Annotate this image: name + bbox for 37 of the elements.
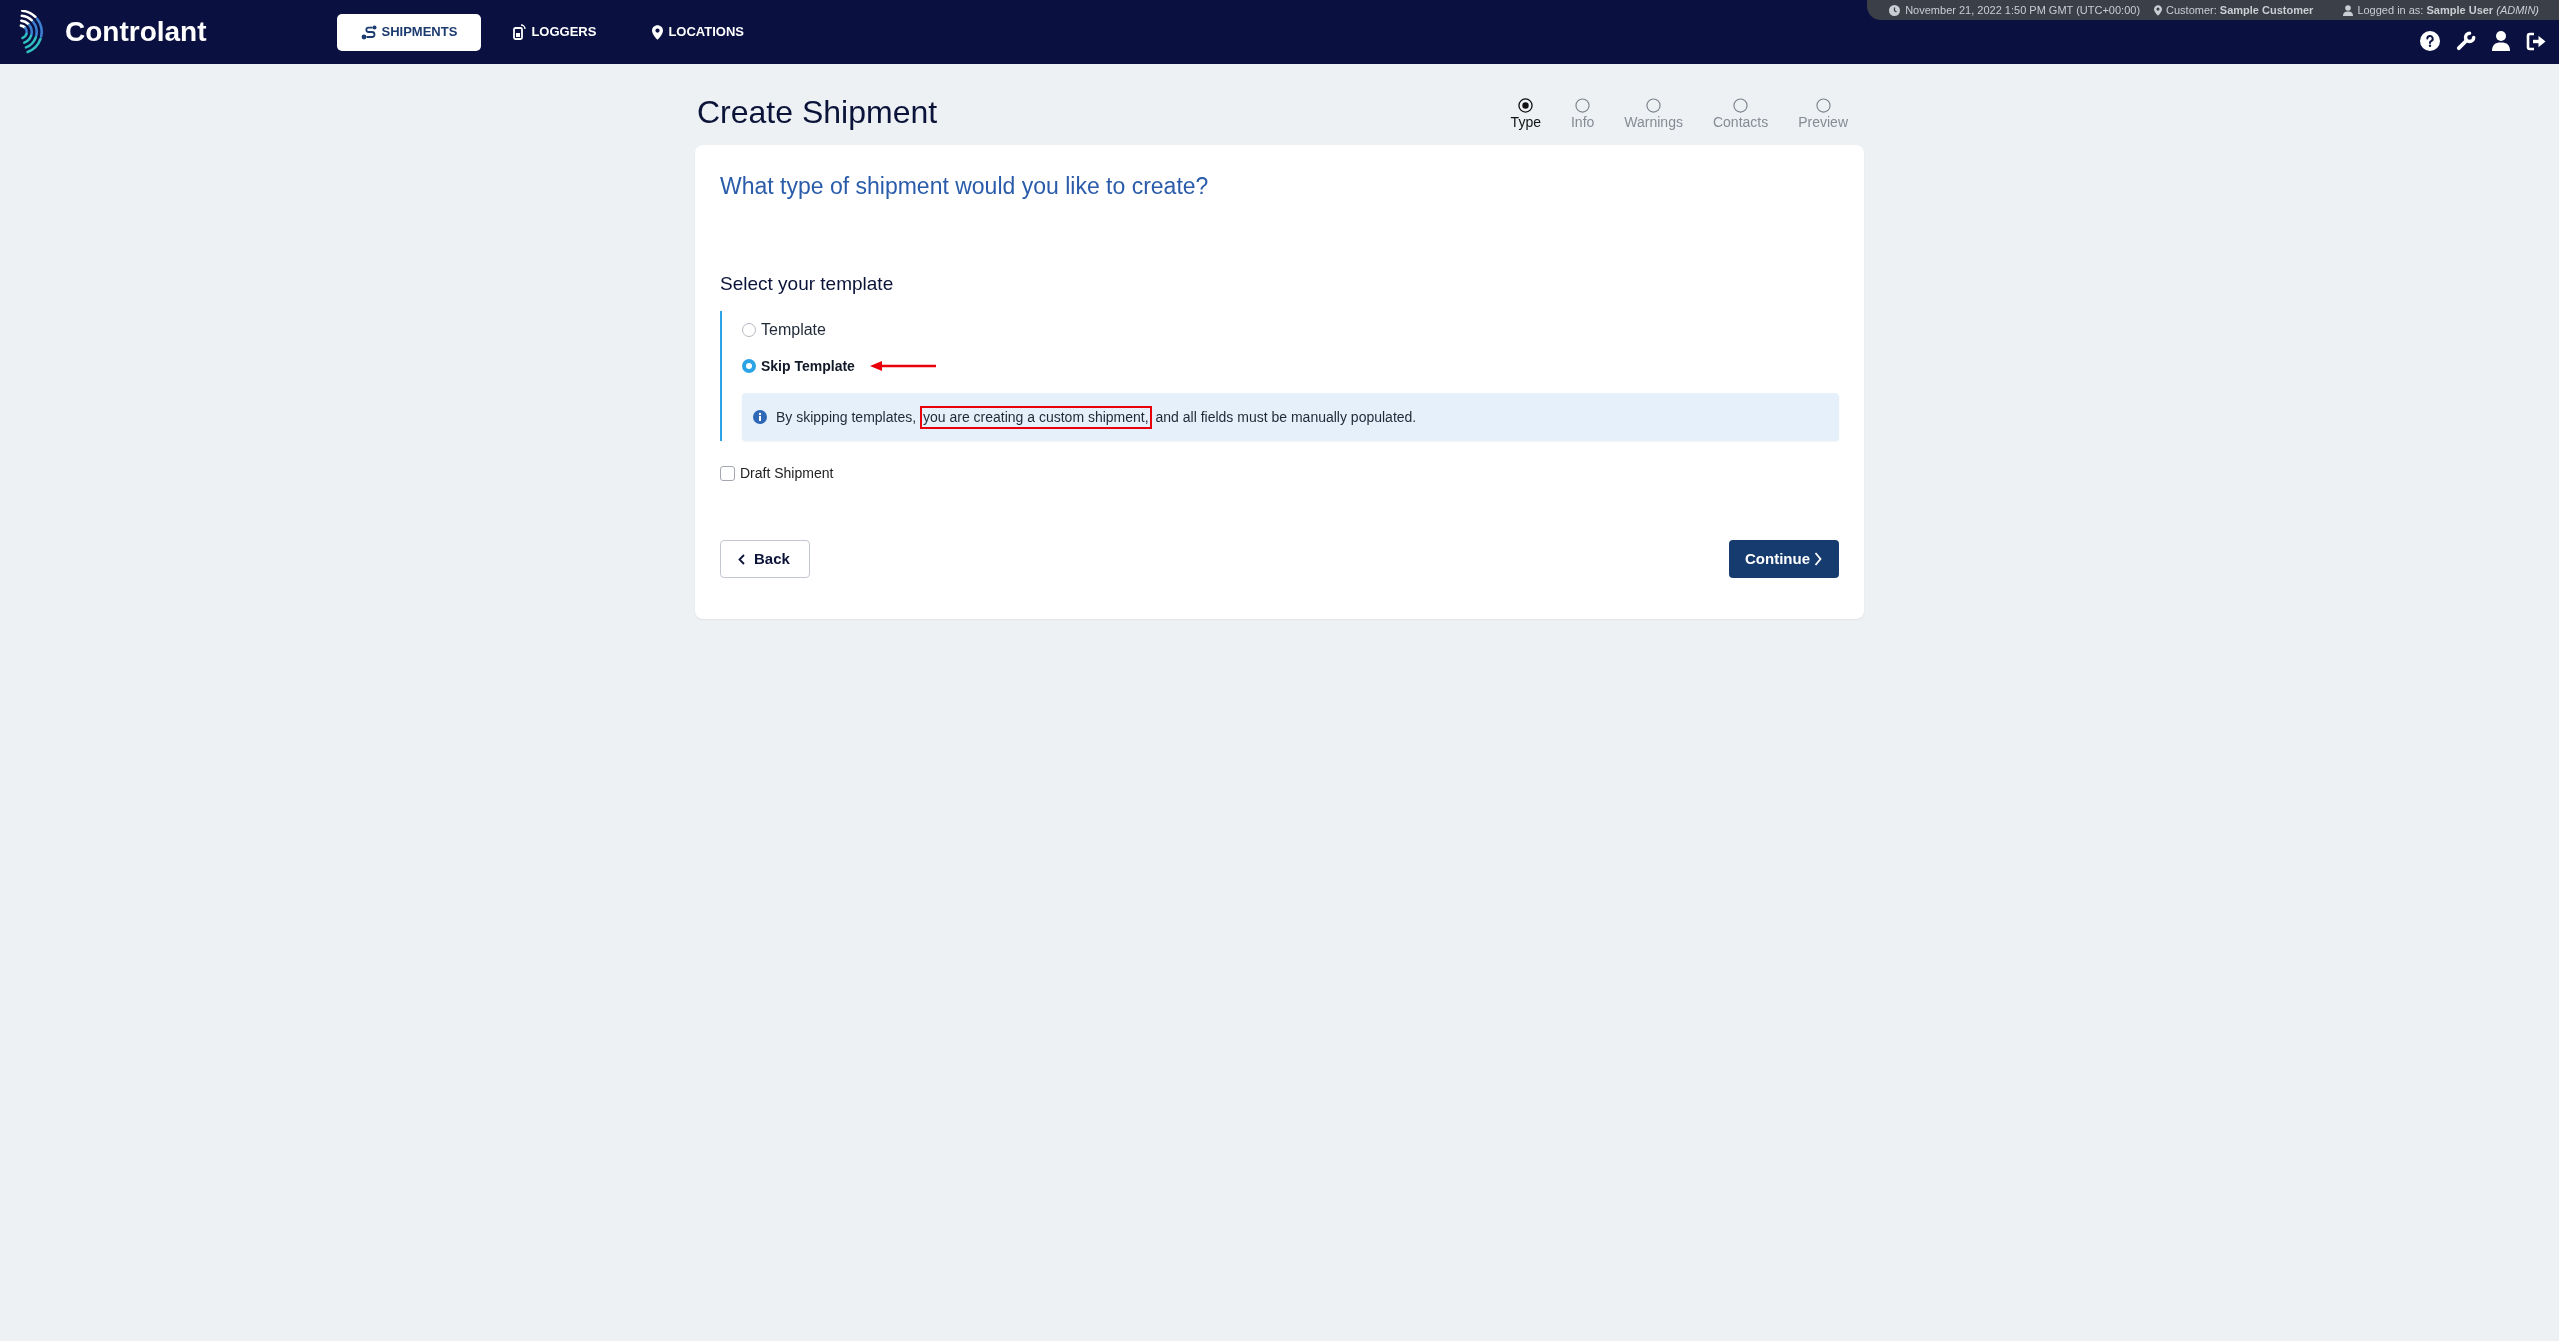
- user-text: Logged in as: Sample User (ADMIN): [2357, 2, 2539, 18]
- step-label: Type: [1510, 114, 1541, 131]
- continue-button[interactable]: Continue: [1729, 540, 1839, 578]
- section-title: Select your template: [720, 272, 895, 296]
- step-label: Contacts: [1712, 114, 1769, 131]
- location-pin-icon: [2154, 4, 2163, 16]
- user-icon[interactable]: [2492, 31, 2510, 51]
- help-icon[interactable]: [2420, 31, 2440, 51]
- radio-button[interactable]: [742, 359, 756, 373]
- step-label: Preview: [1798, 114, 1848, 131]
- chevron-left-icon: [738, 553, 745, 565]
- nav-tab[interactable]: SHIPMENTS: [336, 13, 482, 51]
- radio-button[interactable]: [742, 323, 756, 337]
- customer-text: Customer: Sample Customer: [2166, 2, 2314, 18]
- brand-name: Controlant: [65, 15, 207, 49]
- step-label: Info: [1570, 114, 1595, 131]
- logout-icon[interactable]: [2526, 31, 2546, 51]
- checkbox[interactable]: [720, 465, 735, 481]
- nav-tab[interactable]: LOGGERS: [489, 13, 621, 51]
- info-icon: [753, 410, 767, 424]
- clock-icon: [1889, 4, 1901, 16]
- route-icon: [360, 24, 377, 40]
- nav-tab[interactable]: LOCATIONS: [628, 13, 768, 51]
- date-time-text: November 21, 2022 1:50 PM GMT (UTC+00:00): [1905, 2, 2141, 18]
- question-heading: What type of shipment would you like to create?: [720, 172, 1210, 200]
- radio-label[interactable]: Skip Template: [761, 355, 855, 377]
- step-label: Warnings: [1624, 114, 1683, 131]
- back-button[interactable]: Back: [720, 540, 810, 578]
- page-title: Create Shipment: [696, 93, 938, 131]
- device-icon: [513, 24, 527, 40]
- radio-label[interactable]: Template: [761, 318, 826, 342]
- location-pin-icon: [652, 24, 664, 40]
- wrench-icon[interactable]: [2456, 31, 2476, 51]
- chevron-right-icon: [1814, 552, 1822, 566]
- user-icon: [2343, 4, 2354, 16]
- info-text: By skipping templates, you are creating a custom shipment, and all fields must be manually populated.: [776, 405, 1417, 429]
- checkbox-label[interactable]: Draft Shipment: [740, 462, 834, 484]
